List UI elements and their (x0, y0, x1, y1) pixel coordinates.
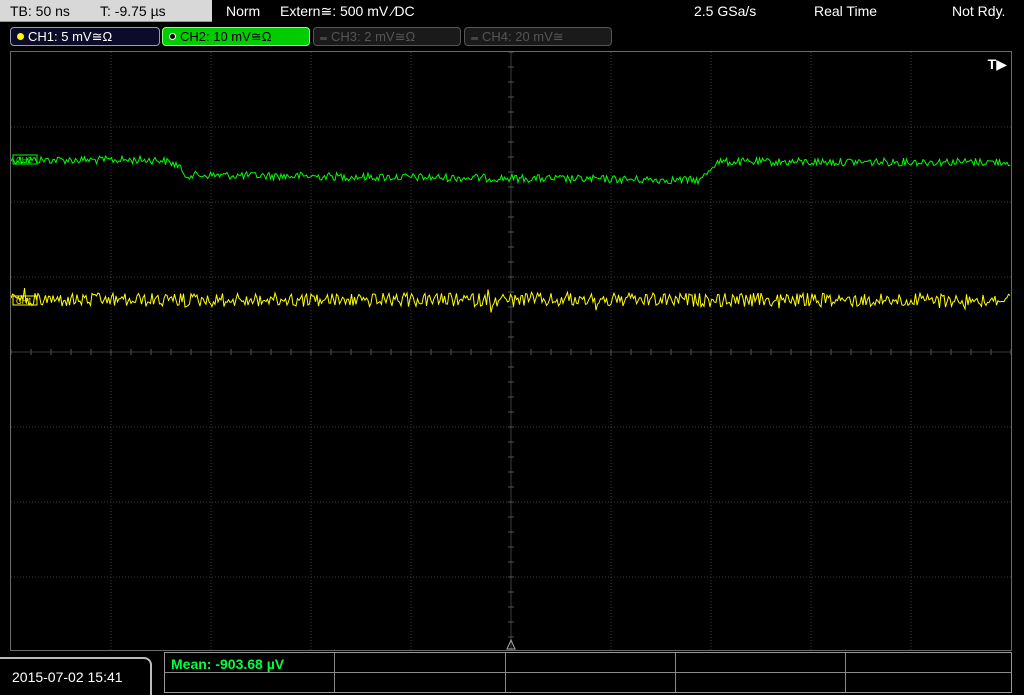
ch2-marker-label: CH2 (16, 156, 33, 165)
channel-label: CH1: 5 mV≅Ω (28, 29, 113, 44)
acquisition-mode[interactable]: Real Time (814, 0, 877, 22)
ch4-dash-icon (471, 37, 478, 40)
ch3-dash-icon (320, 37, 327, 40)
measurement-panel[interactable]: Mean: -903.68 µV (164, 652, 1012, 693)
trigger-marker-icon[interactable]: T▶ (988, 56, 1007, 73)
measurement-cell[interactable]: Mean: -903.68 µV (165, 653, 335, 673)
waveform-svg: CH2 CH1 (11, 52, 1011, 650)
ch2-dot-icon (169, 33, 176, 40)
ch1-marker-label: CH1 (16, 297, 33, 306)
channel-tab-ch1[interactable]: CH1: 5 mV≅Ω (10, 27, 160, 46)
channel-label: CH2: 10 mV≅Ω (180, 29, 272, 44)
trigger-source[interactable]: Extern≅: 500 mV ⁄DC (280, 0, 415, 22)
measurement-cell[interactable] (846, 653, 1011, 673)
measurement-cell[interactable] (335, 673, 506, 693)
waveform-display[interactable]: CH2 CH1 T▶ (10, 51, 1012, 651)
trigger-time-value: T: -9.75 µs (100, 3, 166, 19)
channel-tab-ch3[interactable]: CH3: 2 mV≅Ω (313, 27, 461, 46)
measurement-cell[interactable] (846, 673, 1011, 693)
channel-label: CH4: 20 mV≅ (482, 29, 564, 44)
datetime-display: 2015-07-02 15:41 (0, 657, 152, 695)
status-bar: TB: 50 ns T: -9.75 µs Norm Extern≅: 500 … (0, 0, 1024, 24)
channel-label: CH3: 2 mV≅Ω (331, 29, 416, 44)
measurement-mean: Mean: -903.68 µV (171, 656, 285, 672)
measurement-cell[interactable] (676, 673, 846, 693)
measurement-cell[interactable] (506, 673, 676, 693)
run-state: Not Rdy. (952, 3, 1006, 19)
channel-bar: CH1: 5 mV≅Ω CH2: 10 mV≅Ω CH3: 2 mV≅Ω CH4… (0, 26, 1024, 48)
measurement-cell[interactable] (506, 653, 676, 673)
measurement-cell[interactable] (335, 653, 506, 673)
sample-rate: 2.5 GSa/s (694, 3, 757, 19)
channel-tab-ch4[interactable]: CH4: 20 mV≅ (464, 27, 612, 46)
channel-tab-ch2[interactable]: CH2: 10 mV≅Ω (162, 27, 310, 46)
trigger-mode[interactable]: Norm (226, 0, 260, 22)
measurement-cell[interactable] (676, 653, 846, 673)
timebase-value: TB: 50 ns (10, 3, 70, 19)
measurement-cell[interactable] (165, 673, 335, 693)
ch2-level-marker[interactable]: CH2 (12, 154, 38, 165)
timebase-box[interactable]: TB: 50 ns T: -9.75 µs (0, 0, 212, 22)
ch1-dot-icon (17, 33, 24, 40)
grid (11, 52, 1011, 650)
